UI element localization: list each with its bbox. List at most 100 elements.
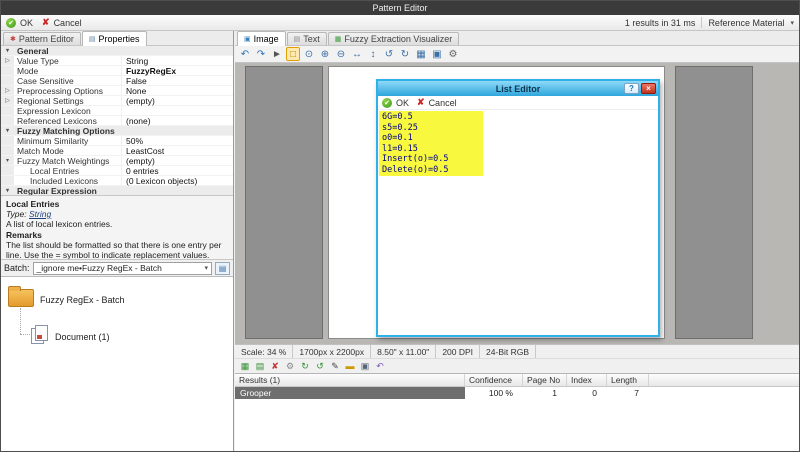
property-value[interactable]: (0 Lexicon objects) [122, 176, 233, 186]
list-editor-cancel-button[interactable]: Cancel [429, 98, 457, 108]
sync-icon[interactable]: ↺ [314, 360, 326, 372]
property-row[interactable]: ▷ Regional Settings (empty) [1, 96, 233, 106]
close-button[interactable]: × [641, 83, 656, 94]
property-row[interactable]: Local Entries 0 entries [1, 166, 233, 176]
expander-icon[interactable]: ▾ [1, 126, 14, 135]
copy-icon[interactable]: ▤ [254, 360, 266, 372]
property-value[interactable]: LeastCost [122, 146, 233, 156]
help-type-value[interactable]: String [29, 209, 51, 219]
fit-height-icon[interactable]: ↕ [366, 47, 380, 61]
property-value[interactable]: (empty) [122, 96, 233, 106]
reference-material-dropdown[interactable]: Reference Material [708, 18, 784, 28]
highlight-icon[interactable]: ▬ [344, 360, 356, 372]
left-tab[interactable]: ▤ Properties [82, 31, 147, 46]
pointer-icon[interactable]: ► [270, 47, 284, 61]
right-tab[interactable]: ▤ Text [287, 32, 327, 45]
snapshot-icon[interactable]: ▣ [359, 360, 371, 372]
results-column-header[interactable]: Page No [523, 374, 567, 386]
folder-icon[interactable] [8, 289, 34, 307]
rotate-left-icon[interactable]: ↺ [382, 47, 396, 61]
rotate-right-icon[interactable]: ↻ [398, 47, 412, 61]
refresh-icon[interactable]: ↻ [299, 360, 311, 372]
property-value[interactable]: 0 entries [122, 166, 233, 176]
property-row[interactable]: ▾ Fuzzy Match Weightings (empty) [1, 156, 233, 166]
back-icon[interactable]: ↶ [238, 47, 252, 61]
property-row[interactable]: Referenced Lexicons (none) [1, 116, 233, 126]
expander-icon[interactable] [1, 76, 14, 85]
property-row[interactable]: ▾ General [1, 46, 233, 56]
tree-document-label[interactable]: Document (1) [55, 332, 110, 342]
expander-icon[interactable] [1, 176, 14, 185]
property-value[interactable]: String [122, 56, 233, 66]
property-row[interactable]: Minimum Similarity 50% [1, 136, 233, 146]
help-button[interactable]: ? [624, 83, 639, 94]
undo-icon[interactable]: ↶ [374, 360, 386, 372]
delete-icon[interactable]: ✘ [269, 360, 281, 372]
results-column-header[interactable]: Results (1) [235, 374, 465, 386]
zoom-icon[interactable]: ⊙ [302, 47, 316, 61]
export-grid-icon[interactable]: ▦ [239, 360, 251, 372]
Grooper[interactable]: Grooper 100 % 1 0 7 [235, 387, 799, 399]
expander-icon[interactable]: ▾ [1, 46, 14, 55]
settings-icon[interactable]: ⚙ [284, 360, 296, 372]
left-tab[interactable]: ✱ Pattern Editor [3, 32, 81, 45]
expander-icon[interactable] [1, 136, 14, 145]
property-row[interactable]: Expression Lexicon [1, 106, 233, 116]
property-value[interactable]: False [122, 76, 233, 86]
expander-icon[interactable] [1, 146, 14, 155]
thumbnails-icon[interactable]: ▦ [414, 47, 428, 61]
lexicon-entry-line: Insert(o)=0.5 [382, 154, 480, 165]
expander-icon[interactable] [1, 166, 14, 175]
expander-icon[interactable]: ▷ [1, 86, 14, 95]
results-column-header[interactable]: Index [567, 374, 607, 386]
property-row[interactable]: ▷ Value Type String [1, 56, 233, 66]
region-select-icon[interactable]: □ [286, 47, 300, 61]
save-icon[interactable]: ▣ [430, 47, 444, 61]
forward-icon[interactable]: ↷ [254, 47, 268, 61]
right-tab[interactable]: ▣ Image [237, 31, 286, 46]
property-row[interactable]: Included Lexicons (0 Lexicon objects) [1, 176, 233, 186]
results-column-header[interactable]: Confidence [465, 374, 523, 386]
expander-icon[interactable]: ▾ [1, 186, 14, 195]
cancel-button[interactable]: Cancel [54, 18, 82, 28]
property-value[interactable]: (empty) [122, 156, 233, 166]
chevron-down-icon[interactable]: ▾ [790, 19, 794, 27]
ok-button[interactable]: OK [20, 18, 33, 28]
zoom-out-icon[interactable]: ⊖ [334, 47, 348, 61]
right-tab[interactable]: ▦ Fuzzy Extraction Visualizer [328, 32, 460, 45]
expander-icon[interactable] [1, 106, 14, 115]
property-value[interactable]: (none) [122, 116, 233, 126]
property-row[interactable]: ▷ Preprocessing Options None [1, 86, 233, 96]
zoom-in-icon[interactable]: ⊕ [318, 47, 332, 61]
expander-icon[interactable]: ▾ [1, 156, 14, 165]
edit-icon[interactable]: ✎ [329, 360, 341, 372]
image-viewer[interactable]: List Editor ? × ✔ OK ✘ Cancel 6G=0.5 s5 [235, 63, 799, 344]
property-row[interactable]: Mode FuzzyRegEx [1, 66, 233, 76]
property-row[interactable]: ▾ Fuzzy Matching Options [1, 126, 233, 136]
list-editor-text-area[interactable]: 6G=0.5 s5=0.25 o0=0.1 l1=0.15 Insert(o)=… [378, 110, 658, 335]
expander-icon[interactable]: ▷ [1, 56, 14, 65]
list-editor-titlebar[interactable]: List Editor ? × [378, 81, 658, 96]
property-label: Minimum Similarity [14, 136, 122, 146]
previous-page-thumbnail[interactable] [245, 66, 323, 339]
property-row[interactable]: Case Sensitive False [1, 76, 233, 86]
next-page-thumbnail[interactable] [675, 66, 753, 339]
help-type-line: Type: String [6, 209, 228, 219]
list-editor-ok-button[interactable]: OK [396, 98, 409, 108]
results-column-header[interactable]: Length [607, 374, 649, 386]
tree-root-label[interactable]: Fuzzy RegEx - Batch [40, 295, 125, 305]
document-icon[interactable] [31, 325, 49, 345]
batch-dropdown[interactable]: _ignore me•Fuzzy RegEx - Batch ▾ [33, 262, 212, 275]
lexicon-entries[interactable]: 6G=0.5 s5=0.25 o0=0.1 l1=0.15 Insert(o)=… [379, 111, 483, 176]
expander-icon[interactable] [1, 116, 14, 125]
expander-icon[interactable]: ▷ [1, 96, 14, 105]
settings-icon[interactable]: ⚙ [446, 47, 460, 61]
expander-icon[interactable] [1, 66, 14, 75]
property-row[interactable]: ▾ Regular Expression [1, 186, 233, 196]
property-value[interactable]: FuzzyRegEx [122, 66, 233, 76]
batch-browse-button[interactable]: ▤ [215, 262, 230, 275]
property-value[interactable]: 50% [122, 136, 233, 146]
property-row[interactable]: Match Mode LeastCost [1, 146, 233, 156]
property-value[interactable]: None [122, 86, 233, 96]
fit-width-icon[interactable]: ↔ [350, 47, 364, 61]
